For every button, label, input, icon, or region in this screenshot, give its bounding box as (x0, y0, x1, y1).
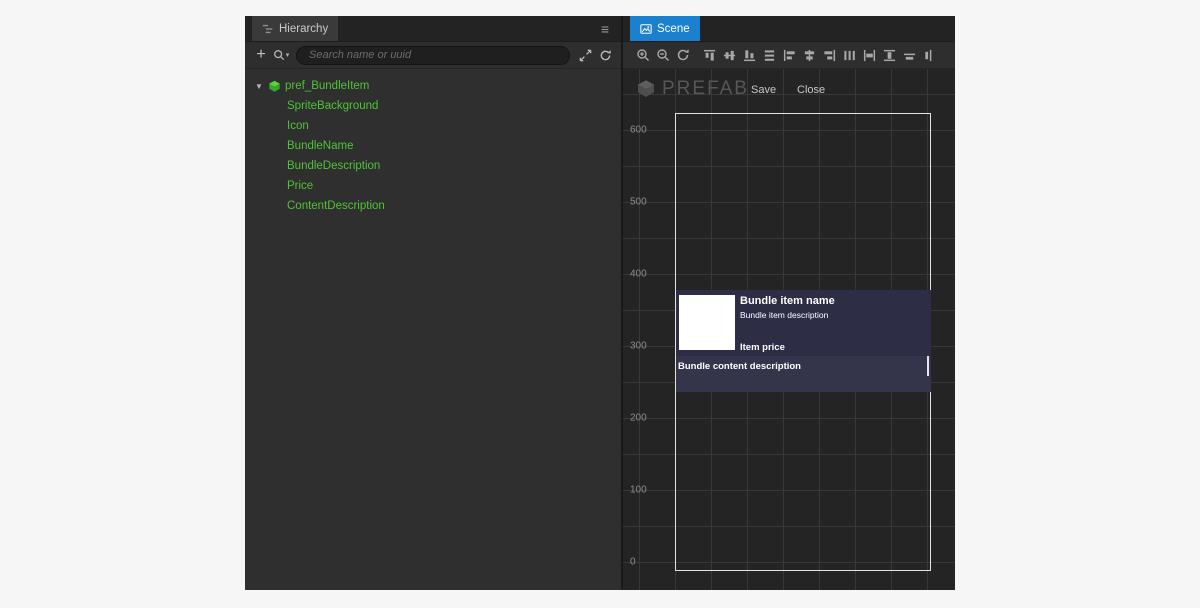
tab-hierarchy-label: Hierarchy (279, 23, 328, 35)
prefab-watermark-icon (636, 79, 656, 99)
hierarchy-header: Hierarchy ≡ (245, 16, 621, 42)
hierarchy-tree: ▼ pref_BundleItem SpriteBackground Icon … (245, 69, 621, 590)
refresh-icon (599, 49, 612, 62)
ruler-label-0: 0 (630, 557, 636, 568)
tree-node-root[interactable]: ▼ pref_BundleItem (245, 76, 621, 96)
align-right-button[interactable] (822, 47, 837, 63)
scene-icon (640, 23, 652, 35)
zoom-out-button[interactable] (655, 47, 670, 63)
tree-node-bundlename[interactable]: BundleName (245, 136, 621, 156)
bundle-price-label: Item price (740, 342, 785, 353)
tree-node-label: BundleName (287, 140, 353, 152)
zoom-in-button[interactable] (635, 47, 650, 63)
tree-node-label: Price (287, 180, 313, 192)
ruler-label-500: 500 (630, 197, 647, 208)
scene-toolbar (623, 42, 955, 69)
size-height-button[interactable] (922, 47, 937, 63)
distribute-vertical-icon (763, 49, 776, 62)
tree-node-label: pref_BundleItem (285, 80, 369, 92)
tab-scene[interactable]: Scene (630, 16, 700, 41)
bundle-content-description-label: Bundle content description (678, 361, 801, 372)
size-height-icon (923, 49, 936, 62)
bundle-name-label: Bundle item name (740, 295, 835, 307)
prefab-watermark: PREFAB (636, 78, 749, 100)
search-filter-button[interactable]: ▾ (271, 45, 291, 65)
ruler-label-100: 100 (630, 485, 647, 496)
close-button[interactable]: Close (791, 81, 831, 99)
scene-panel: Scene PREFAB Save Clos (623, 16, 955, 590)
editor-window: Hierarchy ≡ + ▾ ▼ (245, 16, 955, 590)
reset-view-button[interactable] (675, 47, 690, 63)
tree-node-icon[interactable]: Icon (245, 116, 621, 136)
tree-node-contentdescription[interactable]: ContentDescription (245, 196, 621, 216)
align-bottom-icon (743, 49, 756, 62)
tree-node-price[interactable]: Price (245, 176, 621, 196)
hierarchy-toolbar: + ▾ (245, 42, 621, 69)
distribute-horizontal-button[interactable] (842, 47, 857, 63)
ruler-label-200: 200 (630, 413, 647, 424)
search-icon (273, 49, 285, 61)
prefab-watermark-label: PREFAB (662, 78, 749, 100)
ruler-label-400: 400 (630, 269, 647, 280)
align-left-icon (783, 49, 796, 62)
hierarchy-panel: Hierarchy ≡ + ▾ ▼ (245, 16, 621, 590)
tree-node-bundledescription[interactable]: BundleDescription (245, 156, 621, 176)
ruler-label-600: 600 (630, 125, 647, 136)
align-bottom-button[interactable] (742, 47, 757, 63)
chevron-down-icon: ▾ (286, 51, 290, 59)
align-center-button[interactable] (802, 47, 817, 63)
distribute-vertical-button[interactable] (762, 47, 777, 63)
prefab-icon (268, 80, 283, 93)
bundle-description-label: Bundle item description (740, 310, 828, 320)
refresh-button[interactable] (595, 45, 615, 65)
hierarchy-icon (262, 23, 274, 35)
collapse-all-icon (579, 49, 592, 62)
stretch-height-button[interactable] (882, 47, 897, 63)
tree-node-label: Icon (287, 120, 309, 132)
collapse-all-button[interactable] (575, 45, 595, 65)
align-left-button[interactable] (782, 47, 797, 63)
align-right-icon (823, 49, 836, 62)
search-box (296, 46, 570, 65)
stretch-height-icon (883, 49, 896, 62)
tree-node-spritebackground[interactable]: SpriteBackground (245, 96, 621, 116)
tab-hierarchy[interactable]: Hierarchy (252, 16, 338, 41)
distribute-horizontal-icon (843, 49, 856, 62)
add-node-button[interactable]: + (251, 45, 271, 65)
align-top-icon (703, 49, 716, 62)
stretch-width-button[interactable] (862, 47, 877, 63)
scene-header: Scene (623, 16, 955, 42)
ruler-label-300: 300 (630, 341, 647, 352)
bundle-icon-sprite (679, 295, 735, 350)
align-top-button[interactable] (702, 47, 717, 63)
tree-node-label: ContentDescription (287, 200, 385, 212)
search-input[interactable] (307, 48, 559, 62)
caret-down-icon[interactable]: ▼ (255, 82, 268, 91)
save-button[interactable]: Save (745, 81, 782, 99)
panel-menu-icon[interactable]: ≡ (589, 16, 621, 41)
scrollbar-thumb[interactable] (927, 356, 929, 376)
bundle-item-preview: Bundle item name Bundle item description… (676, 290, 931, 392)
zoom-in-icon (636, 48, 650, 62)
tree-node-label: BundleDescription (287, 160, 380, 172)
reset-view-icon (676, 48, 690, 62)
tree-node-label: SpriteBackground (287, 100, 378, 112)
align-center-icon (803, 49, 816, 62)
align-middle-icon (723, 49, 736, 62)
stretch-width-icon (863, 49, 876, 62)
scene-viewport[interactable]: PREFAB Save Close 600 500 400 300 200 10… (623, 69, 955, 590)
size-width-button[interactable] (902, 47, 917, 63)
align-middle-button[interactable] (722, 47, 737, 63)
zoom-out-icon (656, 48, 670, 62)
size-width-icon (903, 49, 916, 62)
tab-scene-label: Scene (657, 23, 690, 35)
